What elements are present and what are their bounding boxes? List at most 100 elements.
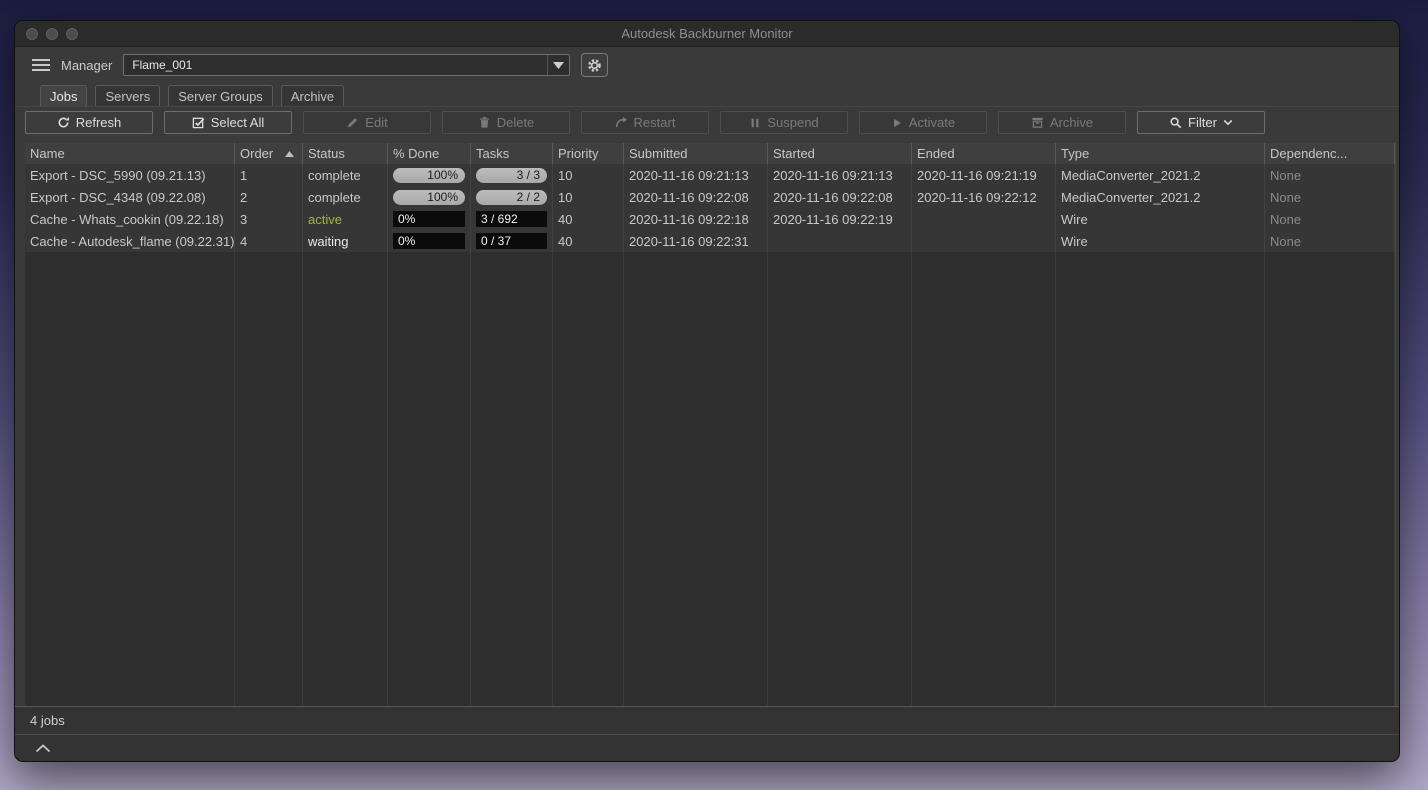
jobs-table: Name Order Status % Done Tasks Priority Submit… xyxy=(25,143,1396,706)
settings-button[interactable] xyxy=(581,53,609,77)
tab-archive[interactable]: Archive xyxy=(280,85,345,106)
cell-pct-done: 100% xyxy=(388,186,471,208)
cell-ended xyxy=(912,208,1056,230)
column-header-submitted[interactable]: Submitted xyxy=(624,143,768,164)
manager-toolbar: Manager Flame_001 xyxy=(15,47,1399,83)
column-header-done[interactable]: % Done xyxy=(388,143,471,164)
tasks-bar: 3 / 692 xyxy=(476,211,547,227)
column-header-priority[interactable]: Priority xyxy=(553,143,624,164)
cell-name: Export - DSC_5990 (09.21.13) xyxy=(25,164,235,186)
cell-tasks: 0 / 37 xyxy=(471,230,553,252)
refresh-icon xyxy=(57,116,70,129)
column-header-order[interactable]: Order xyxy=(235,143,303,164)
delete-button: Delete xyxy=(442,111,570,134)
status-bar: 4 jobs xyxy=(15,706,1399,734)
cell-priority: 40 xyxy=(553,208,624,230)
column-label: Dependenc... xyxy=(1270,146,1348,161)
cell-pct-done: 100% xyxy=(388,164,471,186)
progress-bar: 0% xyxy=(393,211,465,227)
column-label: Submitted xyxy=(629,146,688,161)
pencil-icon xyxy=(346,116,359,129)
table-row[interactable]: Cache - Whats_cookin (09.22.18) 3 active 0%… xyxy=(25,208,1395,230)
cell-type: Wire xyxy=(1056,208,1265,230)
column-header-tasks[interactable]: Tasks xyxy=(471,143,553,164)
table-header: Name Order Status % Done Tasks Priority Submit… xyxy=(25,143,1395,164)
button-label: Suspend xyxy=(767,115,819,130)
table-row[interactable]: Cache - Autodesk_flame (09.22.31) 4 waitin… xyxy=(25,230,1395,252)
manager-dropdown[interactable]: Flame_001 xyxy=(123,54,571,76)
cell-submitted: 2020-11-16 09:21:13 xyxy=(624,164,768,186)
button-label: Select All xyxy=(210,115,265,130)
traffic-lights xyxy=(26,21,78,46)
cell-dependencies: None xyxy=(1265,186,1395,208)
column-label: Name xyxy=(30,146,65,161)
cell-status: complete xyxy=(303,186,388,208)
button-label: Activate xyxy=(908,115,956,130)
progress-pill: 100% xyxy=(393,189,465,205)
button-label: Restart xyxy=(633,115,676,130)
suspend-button: Suspend xyxy=(720,111,848,134)
cell-priority: 40 xyxy=(553,230,624,252)
column-header-type[interactable]: Type xyxy=(1056,143,1265,164)
tasks-pill: 2 / 2 xyxy=(476,189,547,205)
table-column-fill xyxy=(768,252,912,706)
cell-order: 1 xyxy=(235,164,303,186)
cell-started: 2020-11-16 09:21:13 xyxy=(768,164,912,186)
restart-arrow-icon xyxy=(615,116,628,129)
column-label: Type xyxy=(1061,146,1090,161)
gear-icon xyxy=(587,58,602,73)
column-label: Tasks xyxy=(476,146,510,161)
table-column-fill xyxy=(624,252,768,706)
column-header-name[interactable]: Name xyxy=(25,143,235,164)
minimize-button[interactable] xyxy=(46,27,58,40)
desktop-background: Autodesk Backburner Monitor Manager Flam… xyxy=(0,0,1428,790)
select-all-icon xyxy=(192,116,205,129)
table-body-rows: Export - DSC_5990 (09.21.13) 1 complete 100… xyxy=(25,164,1395,252)
cell-order: 3 xyxy=(235,208,303,230)
cell-status: active xyxy=(303,208,388,230)
column-label: % Done xyxy=(393,146,440,161)
table-column-fill xyxy=(388,252,471,706)
column-header-started[interactable]: Started xyxy=(768,143,912,164)
hamburger-menu-icon[interactable] xyxy=(32,58,50,72)
bottom-bar xyxy=(15,734,1399,761)
manager-dropdown-value: Flame_001 xyxy=(132,58,193,72)
close-button[interactable] xyxy=(26,27,38,40)
tab-jobs[interactable]: Jobs xyxy=(40,85,88,106)
cell-dependencies: None xyxy=(1265,230,1395,252)
cell-submitted: 2020-11-16 09:22:18 xyxy=(624,208,768,230)
column-label: Ended xyxy=(917,146,955,161)
column-header-status[interactable]: Status xyxy=(303,143,388,164)
table-column-fill xyxy=(1056,252,1265,706)
window-title: Autodesk Backburner Monitor xyxy=(621,26,793,41)
tasks-pill: 3 / 3 xyxy=(476,167,547,183)
window-titlebar[interactable]: Autodesk Backburner Monitor xyxy=(15,21,1399,47)
zoom-button[interactable] xyxy=(66,27,78,40)
cell-status: complete xyxy=(303,164,388,186)
table-row[interactable]: Export - DSC_4348 (09.22.08) 2 complete 100… xyxy=(25,186,1395,208)
archive-button: Archive xyxy=(998,111,1126,134)
cell-priority: 10 xyxy=(553,186,624,208)
cell-started: 2020-11-16 09:22:19 xyxy=(768,208,912,230)
edit-button: Edit xyxy=(303,111,431,134)
action-toolbar: Refresh Select All Edit Delete Restart Suspen… xyxy=(15,107,1399,138)
select-all-button[interactable]: Select All xyxy=(164,111,292,134)
activate-button: Activate xyxy=(859,111,987,134)
button-label: Archive xyxy=(1049,115,1094,130)
cell-started: 2020-11-16 09:22:08 xyxy=(768,186,912,208)
tab-server-groups[interactable]: Server Groups xyxy=(168,85,273,106)
table-row[interactable]: Export - DSC_5990 (09.21.13) 1 complete 100… xyxy=(25,164,1395,186)
column-header-dependenc[interactable]: Dependenc... xyxy=(1265,143,1395,164)
pause-icon xyxy=(749,117,761,129)
cell-submitted: 2020-11-16 09:22:08 xyxy=(624,186,768,208)
chevron-up-icon[interactable] xyxy=(35,743,51,753)
table-empty-area xyxy=(25,252,1395,706)
column-label: Started xyxy=(773,146,815,161)
cell-ended xyxy=(912,230,1056,252)
table-column-fill xyxy=(25,252,235,706)
refresh-button[interactable]: Refresh xyxy=(25,111,153,134)
filter-button[interactable]: Filter xyxy=(1137,111,1265,134)
column-header-ended[interactable]: Ended xyxy=(912,143,1056,164)
table-column-fill xyxy=(553,252,624,706)
tab-servers[interactable]: Servers xyxy=(95,85,161,106)
